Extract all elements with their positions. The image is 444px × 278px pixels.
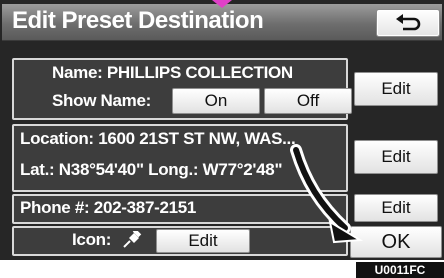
- show-name-off-button[interactable]: Off: [264, 88, 352, 114]
- name-panel: Name: PHILLIPS COLLECTION Show Name: On …: [12, 58, 352, 120]
- icon-label: Icon:: [72, 230, 112, 249]
- back-button[interactable]: [376, 9, 440, 37]
- phone-panel: Phone #: 202-387-2151: [12, 194, 348, 224]
- figure-code: U0011FC: [356, 262, 444, 278]
- icon-panel: Icon: Edit: [12, 226, 348, 256]
- name-label: Name: PHILLIPS COLLECTION: [52, 63, 293, 82]
- page-title: Edit Preset Destination: [12, 7, 264, 34]
- phone-text: Phone #: 202-387-2151: [20, 198, 197, 217]
- coordinates-text: Lat.: N38°54'40" Long.: W77°2'48": [20, 160, 283, 179]
- show-name-on-button[interactable]: On: [172, 88, 260, 114]
- edit-location-button[interactable]: Edit: [354, 140, 438, 174]
- show-name-label: Show Name:: [52, 91, 152, 110]
- push-pin-icon: [123, 231, 142, 248]
- return-arrow-icon: [396, 14, 421, 31]
- edit-name-button[interactable]: Edit: [354, 72, 438, 106]
- edit-icon-button[interactable]: Edit: [156, 229, 250, 253]
- caret-down-icon: [212, 0, 232, 8]
- title-bar: Edit Preset Destination: [2, 4, 442, 41]
- navigation-screen: Edit Preset Destination Name: PHILLIPS C…: [0, 0, 444, 260]
- ok-button[interactable]: OK: [350, 226, 442, 258]
- location-panel: Location: 1600 21ST ST NW, WAS... Lat.: …: [12, 124, 348, 192]
- edit-phone-button[interactable]: Edit: [354, 194, 438, 222]
- location-text: Location: 1600 21ST ST NW, WAS...: [20, 129, 296, 148]
